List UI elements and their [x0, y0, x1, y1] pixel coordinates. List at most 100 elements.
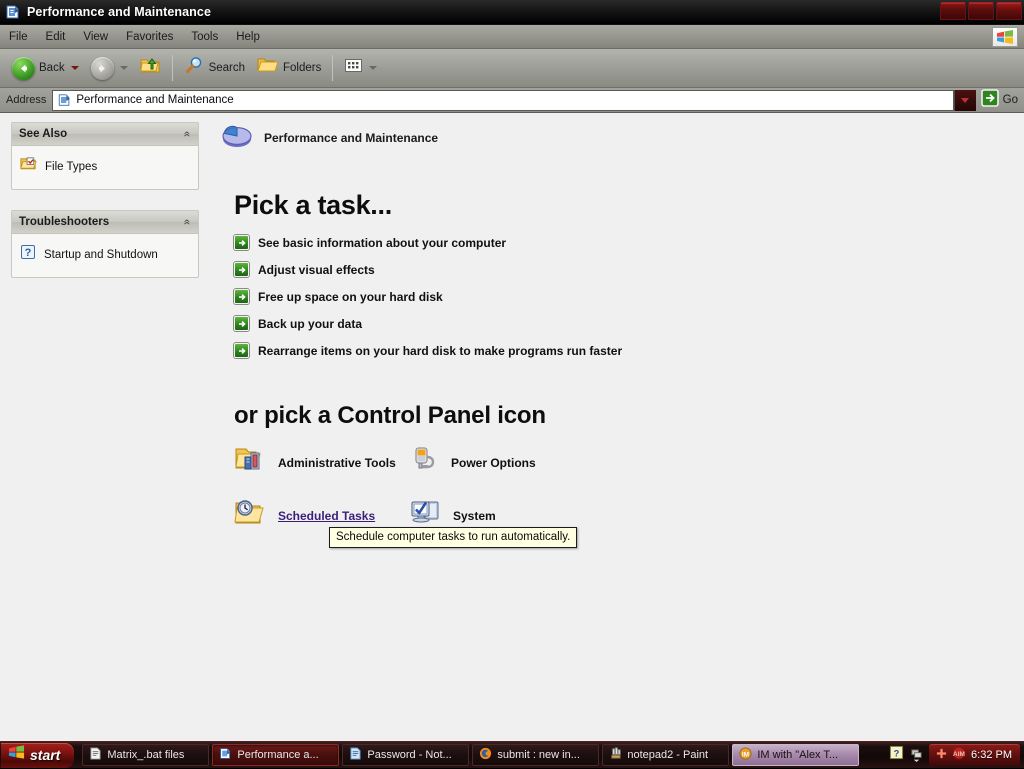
cp-item-label: Scheduled Tasks: [278, 508, 376, 523]
icons-heading: or pick a Control Panel icon: [234, 402, 546, 429]
search-button[interactable]: Search: [178, 53, 251, 83]
notepad-icon: [89, 747, 102, 763]
cp-item-administrative-tools[interactable]: Administrative Tools: [234, 444, 409, 481]
panel-troubleshooters: Troubleshooters « ? Startup and Shutdown: [11, 210, 199, 278]
clock-text: 6:32 PM: [971, 749, 1012, 761]
sidebar-item-startup-and-shutdown[interactable]: ? Startup and Shutdown: [12, 241, 198, 268]
maximize-button[interactable]: [968, 2, 994, 20]
sidebar-item-file-types-label: File Types: [45, 160, 98, 173]
windows-flag-icon: [8, 745, 25, 765]
panel-see-also-header[interactable]: See Also «: [12, 123, 198, 146]
clock-area[interactable]: AIM 6:32 PM: [929, 744, 1020, 766]
toolbar-separator-1: [171, 55, 173, 81]
system-tray: ? AIM 6:32 PM: [889, 742, 1024, 769]
main-area: See Also « File Types Troubleshooters « …: [0, 113, 1024, 741]
task-see-basic-information[interactable]: See basic information about your compute…: [234, 233, 506, 252]
green-arrow-icon: [234, 262, 249, 277]
power-options-icon: [409, 444, 441, 481]
task-rearrange-items[interactable]: Rearrange items on your hard disk to mak…: [234, 341, 622, 360]
views-button[interactable]: [338, 53, 383, 83]
taskbar-button-label: IM with "Alex T...: [757, 749, 839, 761]
go-arrow-icon: [980, 88, 1000, 113]
svg-text:?: ?: [25, 247, 32, 259]
menu-tools[interactable]: Tools: [182, 28, 227, 46]
taskbar-button-label: Password - Not...: [367, 749, 452, 761]
network-icon[interactable]: [910, 748, 923, 763]
window-controls: [940, 2, 1022, 20]
address-folder-icon: [57, 93, 72, 107]
taskbar-button-notepad2-paint[interactable]: notepad2 - Paint: [602, 744, 730, 766]
help-question-icon: ?: [20, 244, 36, 265]
taskbar-button-submit-new-in[interactable]: submit : new in...: [472, 744, 600, 766]
taskbar-button-password-notepad[interactable]: Password - Not...: [342, 744, 470, 766]
folders-label: Folders: [283, 62, 322, 74]
views-dropdown-icon[interactable]: [369, 66, 378, 70]
taskbar-button-label: Performance a...: [237, 749, 319, 761]
panel-troubleshooters-header[interactable]: Troubleshooters «: [12, 211, 198, 234]
sidebar-item-startup-and-shutdown-label: Startup and Shutdown: [44, 248, 158, 261]
green-arrow-icon: [234, 316, 249, 331]
menu-help[interactable]: Help: [227, 28, 269, 46]
panel-troubleshooters-body: ? Startup and Shutdown: [12, 234, 198, 277]
start-label: start: [30, 747, 61, 763]
search-icon: [184, 56, 205, 80]
category-header: Performance and Maintenance: [212, 113, 1024, 156]
task-label: Free up space on your hard disk: [258, 289, 443, 304]
taskbar-buttons: Matrix_.bat files Performance a... Passw…: [82, 744, 889, 766]
svg-text:AIM: AIM: [953, 751, 965, 758]
aim-icon: AIM: [952, 746, 966, 765]
back-dropdown-icon[interactable]: [70, 66, 79, 70]
taskbar: start Matrix_.bat files Performance a...…: [0, 741, 1024, 768]
taskbar-button-performance-and-maintenance[interactable]: Performance a...: [212, 744, 340, 766]
panel-troubleshooters-title: Troubleshooters: [19, 216, 110, 228]
window-title: Performance and Maintenance: [27, 5, 212, 19]
menu-edit[interactable]: Edit: [37, 28, 75, 46]
plus-icon: [936, 746, 947, 764]
task-adjust-visual-effects[interactable]: Adjust visual effects: [234, 260, 375, 279]
sidebar-item-file-types[interactable]: File Types: [12, 153, 198, 180]
menubar: File Edit View Favorites Tools Help: [0, 25, 1024, 49]
taskbar-button-label: submit : new in...: [497, 749, 580, 761]
toolbar-separator-2: [332, 55, 334, 81]
cp-item-label: Power Options: [451, 455, 536, 470]
panel-see-also-body: File Types: [12, 146, 198, 189]
aim-icon: IM: [739, 747, 752, 763]
back-button[interactable]: Back: [6, 53, 85, 83]
taskbar-button-im-with-alex[interactable]: IM IM with "Alex T...: [732, 744, 860, 766]
go-label: Go: [1002, 94, 1018, 106]
forward-dropdown-icon[interactable]: [119, 66, 128, 70]
close-button[interactable]: [996, 2, 1022, 20]
chevron-up-icon[interactable]: «: [181, 219, 195, 225]
task-label: Back up your data: [258, 316, 363, 331]
panel-see-also: See Also « File Types: [11, 122, 199, 190]
start-button[interactable]: start: [1, 742, 75, 768]
windows-flag-logo: [992, 27, 1018, 47]
task-label: See basic information about your compute…: [258, 235, 507, 250]
task-free-up-space[interactable]: Free up space on your hard disk: [234, 287, 443, 306]
menu-file[interactable]: File: [0, 28, 37, 46]
task-back-up-your-data[interactable]: Back up your data: [234, 314, 362, 333]
task-label: Rearrange items on your hard disk to mak…: [258, 343, 623, 358]
taskbar-button-label: notepad2 - Paint: [627, 749, 709, 761]
address-input[interactable]: Performance and Maintenance: [52, 89, 954, 111]
forward-button[interactable]: [85, 53, 134, 83]
cp-item-label: System: [453, 508, 496, 523]
menu-favorites[interactable]: Favorites: [117, 28, 182, 46]
address-dropdown-button[interactable]: [953, 89, 976, 111]
folders-button[interactable]: Folders: [251, 53, 327, 83]
green-arrow-icon: [234, 343, 249, 358]
tasks-heading: Pick a task...: [234, 190, 392, 220]
minimize-button[interactable]: [940, 2, 966, 20]
cp-item-power-options[interactable]: Power Options: [409, 444, 654, 481]
help-question-icon[interactable]: ?: [889, 745, 904, 765]
go-button[interactable]: Go: [976, 88, 1024, 113]
folders-icon: [257, 56, 279, 80]
taskbar-button-matrix-bat-files[interactable]: Matrix_.bat files: [82, 744, 210, 766]
chevron-up-icon[interactable]: «: [181, 131, 195, 137]
menu-view[interactable]: View: [74, 28, 117, 46]
pie-chart-icon: [220, 119, 254, 156]
address-value: Performance and Maintenance: [76, 94, 234, 106]
green-arrow-icon: [234, 289, 249, 304]
up-button[interactable]: [134, 53, 167, 83]
green-arrow-icon: [234, 235, 249, 250]
